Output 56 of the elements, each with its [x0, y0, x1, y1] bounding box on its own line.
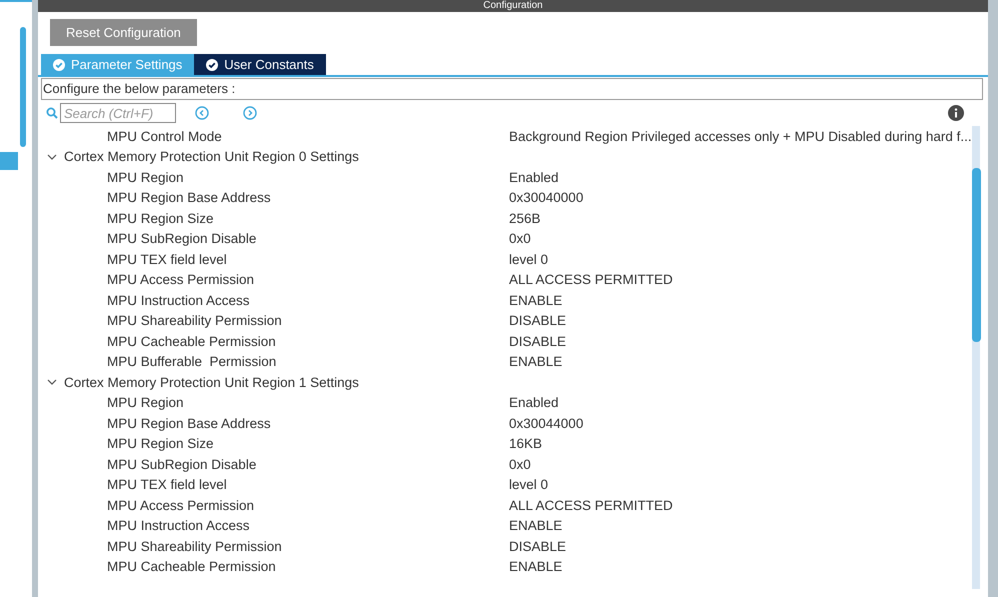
parameter-value[interactable]: ENABLE: [509, 518, 562, 534]
parameter-label: MPU Instruction Access: [107, 518, 251, 534]
info-icon[interactable]: [948, 105, 964, 121]
parameter-label: MPU SubRegion Disable: [107, 456, 258, 472]
next-icon[interactable]: [243, 106, 257, 120]
parameter-label: MPU Region Base Address: [107, 190, 272, 206]
tab[interactable]: User Constants: [194, 54, 326, 75]
parameter-value[interactable]: 256B: [509, 210, 541, 226]
parameter-value[interactable]: 0x30040000: [509, 190, 584, 206]
parameter-value[interactable]: level 0: [509, 477, 548, 492]
parameter-label: MPU Region Base Address: [107, 416, 272, 431]
scrollbar-thumb[interactable]: [20, 27, 26, 147]
parameter-label: MPU Region: [107, 170, 185, 185]
search-icon: [46, 107, 58, 119]
parameter-label: MPU TEX field level: [107, 477, 228, 492]
parameter-label: MPU Cacheable Permission: [107, 559, 277, 574]
parameter-label: MPU Region Size: [107, 436, 215, 452]
parameter-value[interactable]: 0x0: [509, 456, 531, 472]
parameter-label: MPU Access Permission: [107, 498, 256, 513]
panel-title: Configuration: [483, 0, 543, 12]
parameter-value[interactable]: ALL ACCESS PERMITTED: [509, 498, 673, 513]
parameter-label: MPU Region: [107, 395, 185, 410]
instruction-text: Configure the below parameters :: [41, 78, 983, 100]
parameter-value[interactable]: ENABLE: [509, 292, 562, 308]
check-circle-icon: [206, 58, 218, 70]
parameter-value[interactable]: Background Region Privileged accesses only + MPU Disabled during hard f...: [509, 128, 972, 144]
parameter-value[interactable]: ENABLE: [509, 354, 562, 370]
chevron-icon[interactable]: [47, 377, 57, 388]
search-field[interactable]: Search (Ctrl+F): [60, 103, 176, 123]
parameter-label: MPU Access Permission: [107, 272, 256, 288]
parameter-label: MPU Region Size: [107, 210, 215, 226]
parameter-label: MPU TEX field level: [107, 252, 228, 267]
group-label[interactable]: Cortex Memory Protection Unit Region 0 Settings: [64, 149, 359, 164]
group-label[interactable]: Cortex Memory Protection Unit Region 1 Settings: [64, 374, 359, 390]
check-circle-icon: [53, 58, 65, 70]
parameter-label: MPU Shareability Permission: [107, 538, 283, 554]
parameter-value[interactable]: 0x30044000: [509, 416, 584, 431]
parameter-value[interactable]: ALL ACCESS PERMITTED: [509, 272, 673, 288]
parameter-value[interactable]: DISABLE: [509, 313, 566, 328]
scrollbar-thumb[interactable]: [972, 168, 981, 342]
parameter-value[interactable]: DISABLE: [509, 334, 566, 349]
parameter-value[interactable]: 16KB: [509, 436, 542, 452]
parameter-label: MPU Instruction Access: [107, 292, 251, 308]
parameter-label: MPU Cacheable Permission: [107, 334, 277, 349]
parameter-label: MPU Shareability Permission: [107, 313, 283, 328]
parameter-value[interactable]: Enabled: [509, 395, 559, 410]
parameter-label: MPU SubRegion Disable: [107, 231, 258, 246]
parameter-value[interactable]: Enabled: [509, 170, 559, 185]
parameter-label: MPU Control Mode: [107, 128, 223, 144]
chevron-icon[interactable]: [47, 152, 57, 162]
parameter-label: MPU Bufferable Permission: [107, 354, 278, 370]
parameter-value[interactable]: 0x0: [509, 231, 531, 246]
parameter-value[interactable]: DISABLE: [509, 538, 566, 554]
parameter-value[interactable]: level 0: [509, 252, 548, 267]
parameter-value[interactable]: ENABLE: [509, 559, 562, 574]
previous-icon[interactable]: [195, 106, 209, 120]
